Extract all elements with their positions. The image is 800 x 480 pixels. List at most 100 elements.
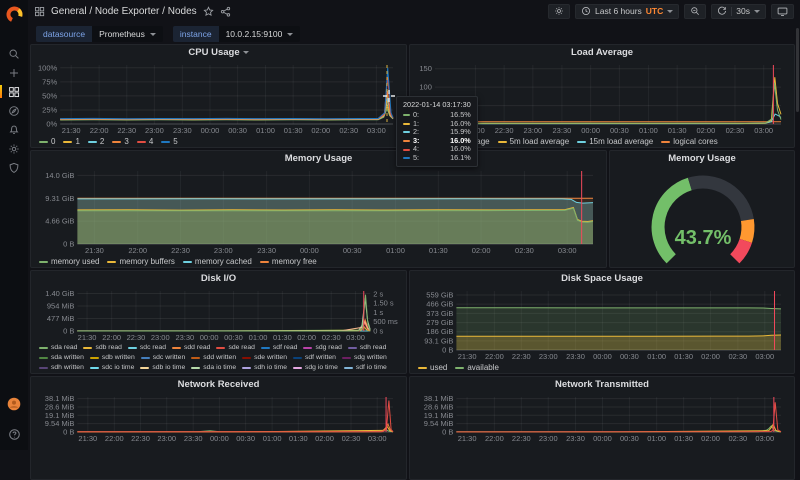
legend-item[interactable]: 3 [112, 137, 129, 146]
legend-item[interactable]: 1 [63, 137, 80, 146]
svg-text:02:30: 02:30 [726, 126, 745, 135]
panel-title[interactable]: Load Average [410, 45, 794, 60]
chevron-down-icon [287, 32, 294, 36]
dashboard-settings-button[interactable] [548, 3, 571, 19]
breadcrumb[interactable]: General / Node Exporter / Nodes [51, 6, 197, 17]
legend-color-swatch [216, 346, 226, 349]
variable-datasource[interactable]: datasource Prometheus [36, 26, 163, 42]
legend-color-swatch [39, 356, 48, 359]
legend-item[interactable]: memory cached [182, 257, 252, 266]
datasource-dropdown[interactable]: Prometheus [92, 26, 163, 42]
legend-item[interactable]: 15m load average [577, 137, 653, 146]
svg-text:21:30: 21:30 [78, 434, 97, 443]
legend-item[interactable]: 5 [161, 137, 178, 146]
legend-item[interactable]: 2 [87, 137, 104, 146]
legend-label: 5m load average [509, 137, 570, 146]
legend-item[interactable]: logical cores [661, 137, 718, 146]
svg-text:00:00: 00:00 [593, 352, 612, 361]
svg-text:28.6 MiB: 28.6 MiB [45, 402, 75, 411]
grafana-logo[interactable] [6, 6, 23, 28]
legend-item[interactable]: 0 [39, 137, 55, 146]
panel-title[interactable]: Memory Usage [31, 151, 606, 166]
legend-item[interactable]: sdh read [347, 343, 386, 352]
star-icon[interactable] [203, 5, 214, 17]
legend-item[interactable]: memory used [39, 257, 99, 266]
svg-text:01:30: 01:30 [284, 126, 303, 135]
legend-item[interactable]: sda read [39, 343, 77, 352]
configuration-gear-icon[interactable] [0, 142, 28, 155]
svg-text:01:00: 01:00 [639, 126, 658, 135]
legend-item[interactable]: sdc written [140, 353, 185, 362]
disk-space-usage-graph[interactable]: 21:30 22:00 22:30 23:00 23:30 00:00 00:30 01:00… [414, 286, 790, 362]
panel-title[interactable]: Memory Usage [610, 151, 794, 166]
panel-title[interactable]: Disk Space Usage [410, 271, 794, 286]
legend-item[interactable]: sdh io time [242, 363, 287, 372]
search-icon[interactable] [0, 47, 28, 60]
server-admin-shield-icon[interactable] [0, 161, 28, 174]
network-received-graph[interactable]: 21:30 22:00 22:30 23:00 23:30 00:00 00:30 01:00… [35, 392, 402, 444]
legend-item[interactable]: available [455, 363, 499, 372]
zoom-out-button[interactable] [684, 3, 707, 19]
legend-item[interactable]: sdb io time [140, 363, 185, 372]
svg-text:02:30: 02:30 [322, 333, 341, 342]
time-range-picker[interactable]: Last 6 hours UTC [575, 3, 680, 19]
instance-dropdown[interactable]: 10.0.2.15:9100 [218, 26, 301, 42]
panel-title[interactable]: CPU Usage [31, 45, 406, 60]
legend-label: sdg written [353, 354, 387, 361]
legend-item[interactable]: sdg io time [292, 363, 338, 372]
legend-item[interactable]: sdd written [191, 353, 236, 362]
legend-item[interactable]: sdg read [303, 343, 342, 352]
kiosk-tv-button[interactable] [771, 3, 794, 19]
legend-item[interactable]: sdh written [39, 363, 84, 372]
legend-item[interactable]: sde read [216, 343, 255, 352]
legend-item[interactable]: 4 [136, 137, 153, 146]
svg-text:0 B: 0 B [63, 240, 74, 249]
tooltip-series-value: 16.1% [450, 152, 471, 162]
svg-text:02:00: 02:00 [311, 126, 330, 135]
user-avatar[interactable] [7, 397, 21, 416]
disk-io-graph[interactable]: 21:30 22:00 22:30 23:00 23:30 00:00 00:30 01:00… [35, 286, 402, 343]
legend-item[interactable]: memory free [259, 257, 317, 266]
legend-item[interactable]: sde written [242, 353, 287, 362]
alerting-bell-icon[interactable] [0, 123, 28, 136]
svg-text:22:00: 22:00 [90, 126, 109, 135]
svg-text:01:00: 01:00 [386, 246, 405, 255]
memory-usage-graph[interactable]: 21:30 22:00 22:30 23:00 23:30 00:00 00:30 01:00… [35, 166, 602, 256]
svg-text:23:00: 23:00 [523, 126, 542, 135]
panel-title[interactable]: Network Transmitted [410, 377, 794, 392]
refresh-button[interactable]: 30s [711, 3, 766, 19]
legend-item[interactable]: sdf read [260, 343, 297, 352]
legend-item[interactable]: sdb read [83, 343, 122, 352]
legend-item[interactable]: sda written [39, 353, 84, 362]
svg-text:23:00: 23:00 [157, 434, 176, 443]
legend-item[interactable]: used [418, 363, 447, 372]
share-icon[interactable] [220, 6, 231, 17]
legend-item[interactable]: sdg written [341, 353, 387, 362]
legend-item[interactable]: 5m load average [497, 137, 570, 146]
help-icon[interactable] [0, 427, 28, 441]
cpu-usage-graph[interactable]: 21:30 22:00 22:30 23:00 23:30 00:00 00:30 01:00… [35, 60, 402, 136]
legend-item[interactable]: sdd read [171, 343, 210, 352]
legend-item[interactable]: sdf io time [343, 363, 387, 372]
dashboards-icon[interactable] [0, 85, 28, 98]
create-plus-icon[interactable] [0, 66, 28, 79]
svg-text:01:30: 01:30 [289, 434, 308, 443]
svg-text:22:30: 22:30 [117, 126, 136, 135]
legend-item[interactable]: sda io time [191, 363, 236, 372]
svg-text:9.54 MiB: 9.54 MiB [45, 419, 75, 428]
network-transmitted-graph[interactable]: 21:30 22:00 22:30 23:00 23:30 00:00 00:30 01:00… [414, 392, 790, 444]
svg-text:466 GiB: 466 GiB [426, 300, 453, 309]
svg-text:14.0 GiB: 14.0 GiB [45, 171, 74, 180]
explore-compass-icon[interactable] [0, 104, 28, 117]
legend-item[interactable]: memory buffers [107, 257, 175, 266]
legend-item[interactable]: sdc read [127, 343, 166, 352]
legend-item[interactable]: sdc io time [89, 363, 134, 372]
legend-item[interactable]: sdf written [292, 353, 336, 362]
variable-instance[interactable]: instance 10.0.2.15:9100 [172, 26, 301, 42]
chevron-down-icon [667, 9, 674, 13]
scrollbar-thumb[interactable] [796, 28, 799, 112]
legend-item[interactable]: sdb written [89, 353, 135, 362]
panel-title[interactable]: Disk I/O [31, 271, 406, 286]
panel-title[interactable]: Network Received [31, 377, 406, 392]
gauge-value: 43.7% [675, 227, 732, 249]
